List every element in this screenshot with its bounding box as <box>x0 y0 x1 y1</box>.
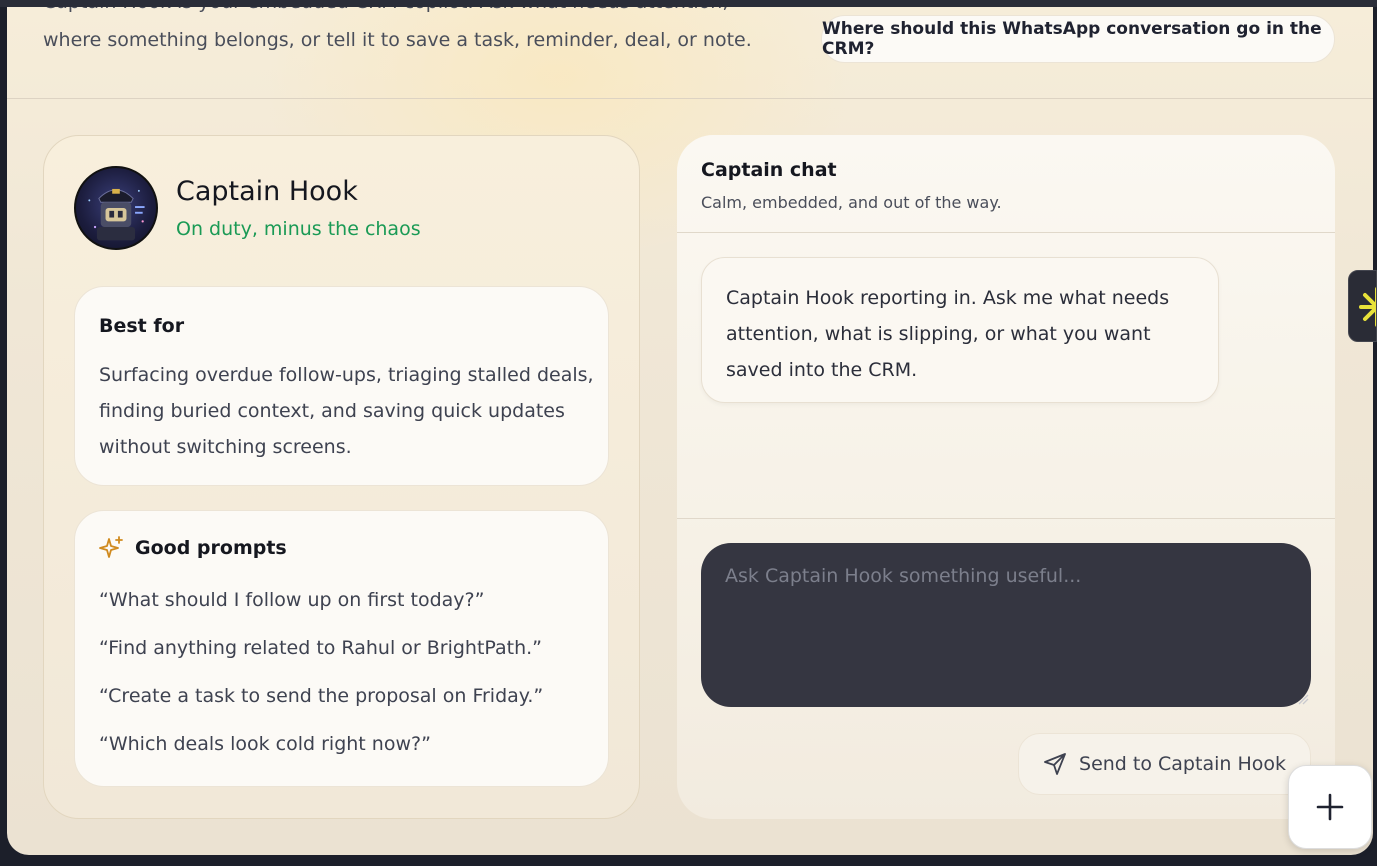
send-button-label: Send to Captain Hook <box>1079 753 1286 775</box>
assistant-message-bubble: Captain Hook reporting in. Ask me what n… <box>701 257 1219 403</box>
chat-title: Captain chat <box>701 159 837 181</box>
asterisk-icon <box>1359 287 1376 327</box>
robot-captain-avatar-icon <box>74 166 158 250</box>
best-for-body: Surfacing overdue follow-ups, triaging s… <box>99 364 594 458</box>
prompt-item[interactable]: “Which deals look cold right now?” <box>99 733 431 755</box>
profile-name: Captain Hook <box>176 176 358 207</box>
profile-status: On duty, minus the chaos <box>176 218 421 240</box>
resize-grip-icon[interactable] <box>1297 693 1309 705</box>
chat-subtitle: Calm, embedded, and out of the way. <box>701 193 1002 212</box>
plus-icon <box>1316 793 1344 821</box>
captain-hook-app: Captain Hook is your embedded CRM copilo… <box>7 7 1373 855</box>
add-fab-button[interactable] <box>1288 765 1372 849</box>
chat-composer-input[interactable] <box>701 543 1311 707</box>
send-button[interactable]: Send to Captain Hook <box>1018 733 1311 795</box>
prompt-item[interactable]: “What should I follow up on first today?… <box>99 589 484 611</box>
composer-divider <box>677 518 1335 519</box>
good-prompts-title: Good prompts <box>135 537 287 559</box>
assistant-message-text: Captain Hook reporting in. Ask me what n… <box>726 287 1170 381</box>
prompt-item[interactable]: “Find anything related to Rahul or Brigh… <box>99 637 542 659</box>
good-prompts-panel: Good prompts “What should I follow up on… <box>74 510 609 787</box>
intro-text: Captain Hook is your embedded CRM copilo… <box>43 7 763 59</box>
intro-header: Captain Hook is your embedded CRM copilo… <box>7 7 1373 99</box>
send-icon <box>1044 753 1066 775</box>
best-for-title: Best for <box>99 315 185 337</box>
chat-header-divider <box>677 232 1335 233</box>
intro-line-1: Captain Hook is your embedded CRM copilo… <box>43 7 763 21</box>
window-top-strip <box>0 0 1377 7</box>
chat-card: Captain chat Calm, embedded, and out of … <box>677 135 1335 819</box>
prompt-item[interactable]: “Create a task to send the proposal on F… <box>99 685 543 707</box>
best-for-panel: Best for Surfacing overdue follow-ups, t… <box>74 286 609 486</box>
intro-line-2: where something belongs, or tell it to s… <box>43 29 752 51</box>
sparkle-icon <box>99 536 123 558</box>
good-prompts-header: Good prompts <box>99 535 287 561</box>
suggestion-chip[interactable]: Where should this WhatsApp conversation … <box>821 15 1335 63</box>
profile-card: Captain Hook On duty, minus the chaos Be… <box>43 135 640 819</box>
side-launcher-tab[interactable] <box>1348 270 1377 342</box>
